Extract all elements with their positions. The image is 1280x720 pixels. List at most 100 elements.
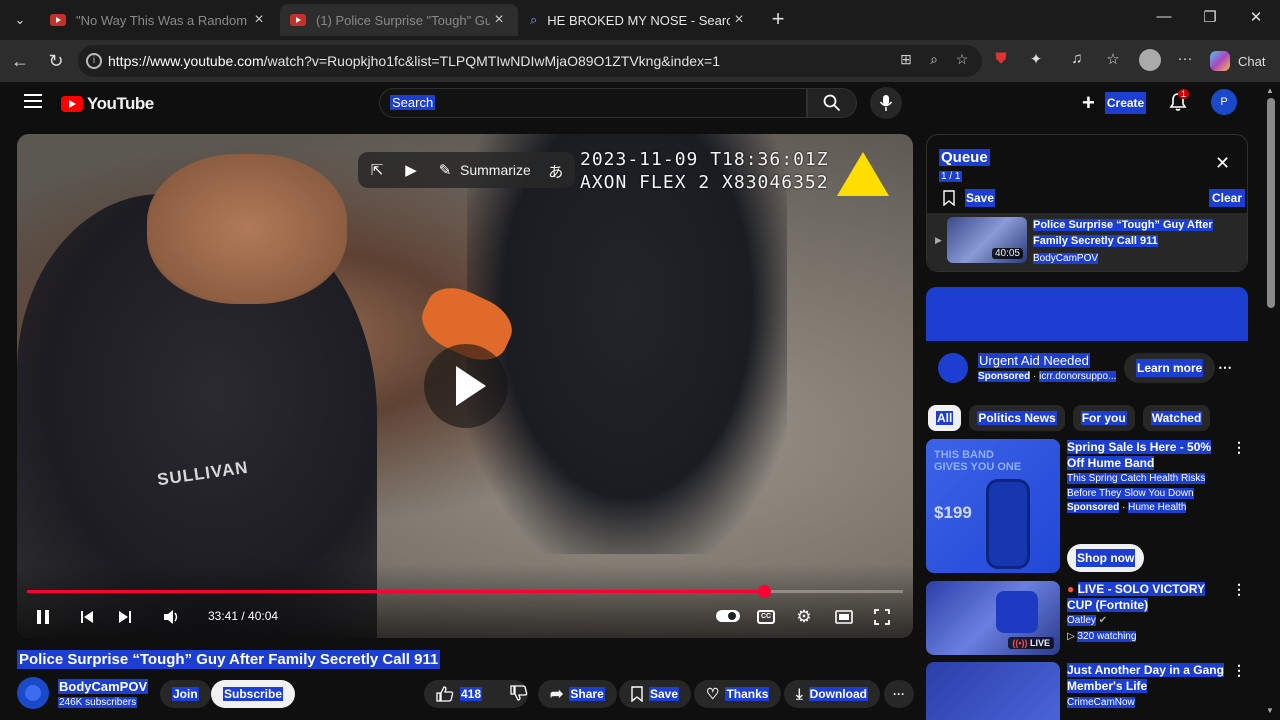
notifications-button[interactable]: 1 [1168,89,1190,114]
close-tab-icon[interactable]: × [250,11,268,29]
next-button[interactable] [115,606,135,628]
media-control-icon[interactable]: ♫ [1066,50,1088,72]
recommendation-menu-icon[interactable]: ⋮ [1232,439,1247,456]
account-avatar[interactable]: P [1211,89,1237,115]
close-queue-icon[interactable]: ✕ [1215,153,1230,174]
join-button[interactable]: Join [160,680,211,708]
new-tab-button[interactable]: + [766,8,790,32]
progress-bar[interactable] [27,585,903,598]
close-tab-icon[interactable]: × [490,11,508,29]
ad-meta: Sponsored · icrr.donorsuppo... [978,371,1117,382]
guide-menu-icon[interactable] [24,94,42,108]
minimize-window-button[interactable]: — [1152,8,1176,32]
progress-played [27,590,764,593]
download-button[interactable]: ⤓ Download [784,680,880,708]
create-button[interactable]: + Create [1082,90,1147,116]
extensions-icon[interactable]: ✦ [1025,50,1047,72]
save-button[interactable]: Save [619,680,692,708]
app-available-icon[interactable]: ⊞ [896,51,916,71]
scroll-up-arrow-icon[interactable]: ▲ [1266,86,1274,95]
site-info-icon[interactable]: i [86,53,102,69]
theater-mode-button[interactable] [833,606,855,628]
search-favicon-icon: ⌕ [530,12,538,27]
restore-window-button[interactable]: ❐ [1198,8,1222,32]
thanks-button[interactable]: ♡ Thanks [694,680,782,708]
search-button[interactable] [807,88,857,118]
recommendation-menu-icon[interactable]: ⋮ [1232,662,1247,679]
learn-more-button[interactable]: Learn more [1124,353,1216,383]
dislike-button[interactable] [510,684,528,704]
fullscreen-button[interactable] [871,606,893,628]
search-input[interactable]: Search [379,88,807,118]
browser-tab-1[interactable]: "No Way This Was a Random Traffi × [40,4,278,36]
time-display: 33:41 / 40:04 [208,609,279,623]
adblock-extension-icon[interactable]: ⛊ [990,50,1012,72]
chip-label: Watched [1150,411,1203,425]
video-title: Police Surprise “Tough” Guy After Family… [17,650,441,669]
ad-menu-icon[interactable]: ⋯ [1218,359,1233,376]
progress-scrubber-handle[interactable] [757,585,771,598]
recommendation-title: Spring Sale Is Here - 50% Off Hume Band [1067,440,1212,470]
autoplay-toggle[interactable] [716,610,740,622]
favorite-star-icon[interactable]: ☆ [952,51,972,71]
recommendation-item-ad[interactable]: THIS BAND GIVES YOU ONE $199 Spring Sale… [926,439,1248,574]
chip-watched[interactable]: Watched [1142,405,1211,431]
copilot-chat-button[interactable]: Chat [1210,49,1265,73]
voice-search-button[interactable] [870,87,902,119]
ad-banner-image[interactable] [926,287,1248,341]
tab-actions-menu-button[interactable]: ⌄ [6,6,34,34]
search-icon [823,94,841,112]
create-label: Create [1104,92,1147,114]
share-button[interactable]: ➦ Share [538,680,617,708]
video-player[interactable]: SULLIVAN 2023-11-09 T18:36:01Z AXON FLEX… [17,134,913,638]
miniplayer-icon[interactable]: ⇱ [368,161,386,179]
recommendation-menu-icon[interactable]: ⋮ [1232,581,1247,598]
subscribe-button[interactable]: Subscribe [211,680,296,708]
youtube-favicon-icon [50,14,66,26]
more-actions-button[interactable]: ··· [884,680,914,708]
ad-title[interactable]: Urgent Aid Needed [978,353,1090,368]
browser-profile-avatar[interactable] [1139,49,1161,71]
chip-label: For you [1080,411,1127,425]
close-tab-icon[interactable]: × [730,11,748,29]
translate-icon[interactable]: あ [547,161,565,181]
pause-button[interactable] [33,606,53,628]
mute-button[interactable] [161,606,183,628]
recommendation-item[interactable]: Just Another Day in a Gang Member's Life… [926,662,1248,720]
recommendation-item-live[interactable]: ((•)) LIVE ● LIVE - SOLO VICTORY CUP (Fo… [926,581,1248,655]
plus-icon: + [1082,90,1095,115]
refresh-button[interactable]: ↻ [44,49,68,73]
queue-save-button[interactable]: Save [943,189,996,207]
copilot-icon [1210,51,1230,71]
page-scrollbar[interactable]: ▲ ▼ [1262,82,1280,720]
summarize-button[interactable]: ✎ Summarize [436,161,531,179]
chip-all[interactable]: All [928,405,962,431]
favorites-icon[interactable]: ☆ [1102,50,1124,72]
browser-tab-3[interactable]: ⌕ HE BROKED MY NOSE - Search × [520,4,758,36]
browser-tab-2-active[interactable]: (1) Police Surprise "Tough" Guy Af × [280,4,518,36]
settings-button[interactable]: ⚙ [793,606,815,628]
scroll-down-arrow-icon[interactable]: ▼ [1266,706,1274,715]
large-play-button[interactable] [424,344,508,428]
subtitles-button[interactable]: CC [755,606,777,628]
zoom-icon[interactable]: ⌕ [924,51,944,71]
channel-name[interactable]: BodyCamPOV [58,679,149,694]
cast-icon[interactable]: ▶ [402,161,420,179]
scrollbar-thumb[interactable] [1267,98,1275,308]
chip-for-you[interactable]: For you [1072,405,1135,431]
more-icon: ··· [893,687,905,701]
like-button[interactable]: 418 [436,686,483,702]
url-field[interactable]: i https://www.youtube.com/watch?v=Ruopkj… [78,45,982,77]
channel-avatar[interactable] [17,677,49,709]
shop-now-button[interactable]: Shop now [1067,544,1145,572]
gear-icon: ⚙ [796,607,812,626]
previous-button[interactable] [77,606,97,628]
queue-clear-button[interactable]: Clear [1209,189,1246,207]
youtube-logo[interactable]: YouTube [61,94,154,114]
summarize-label: Summarize [460,162,531,178]
back-button[interactable]: ← [8,49,32,73]
more-options-icon[interactable]: ··· [1174,50,1196,72]
chip-politics-news[interactable]: Politics News [969,405,1065,431]
queue-item[interactable]: ▶ 40:05 Police Surprise “Tough” Guy Afte… [927,213,1247,271]
close-window-button[interactable]: ✕ [1244,8,1268,32]
